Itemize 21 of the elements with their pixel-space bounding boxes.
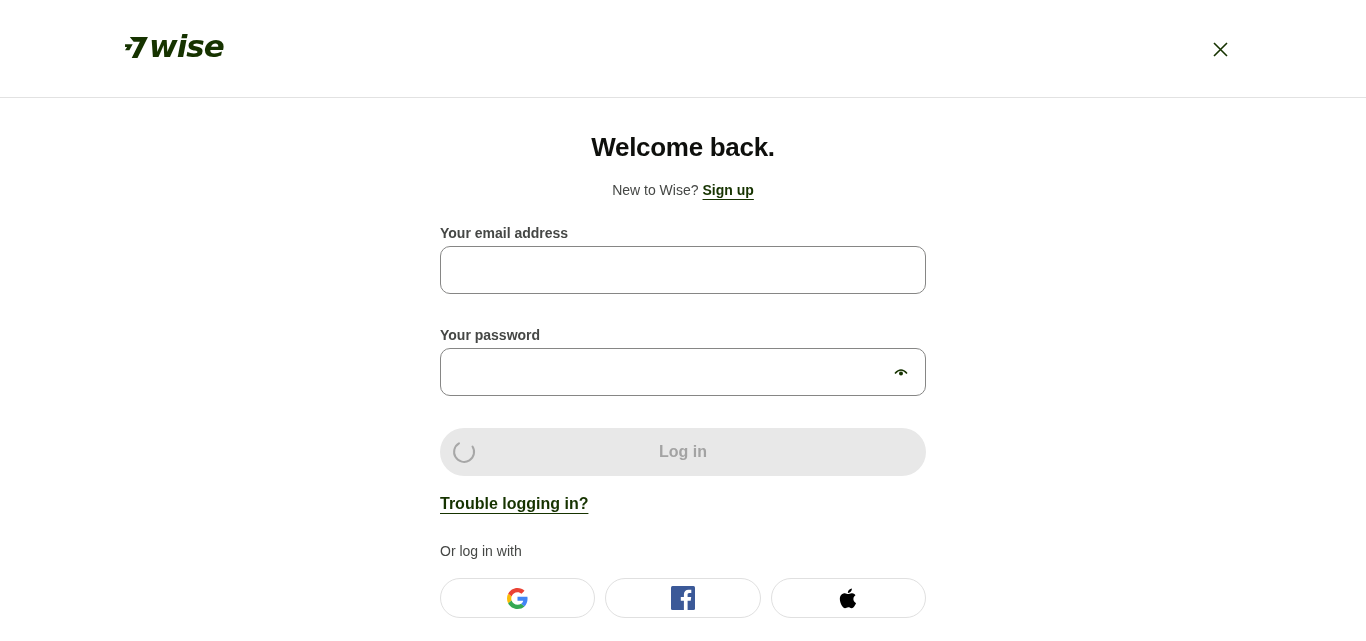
logo-link[interactable]: wise	[125, 29, 224, 62]
social-login-prompt: Or log in with	[440, 542, 523, 561]
trouble-logging-in-link[interactable]: Trouble logging in?	[440, 492, 589, 516]
page-title: Welcome back.	[591, 131, 775, 163]
email-label: Your email address	[440, 224, 570, 243]
close-icon	[1213, 42, 1228, 57]
email-field[interactable]	[440, 246, 926, 294]
google-icon	[507, 587, 529, 609]
signup-link[interactable]: Sign up	[702, 180, 754, 200]
flag-icon	[125, 36, 148, 58]
password-field[interactable]	[440, 348, 926, 396]
password-label: Your password	[440, 326, 542, 345]
close-button[interactable]	[1211, 40, 1230, 59]
apple-icon	[839, 587, 858, 609]
facebook-login-button[interactable]	[605, 578, 761, 618]
show-password-button[interactable]	[894, 368, 908, 376]
eye-icon	[894, 368, 908, 376]
signup-prompt: New to Wise?	[612, 181, 699, 200]
apple-login-button[interactable]	[770, 578, 926, 618]
google-login-button[interactable]	[440, 578, 596, 618]
facebook-icon	[671, 586, 695, 610]
